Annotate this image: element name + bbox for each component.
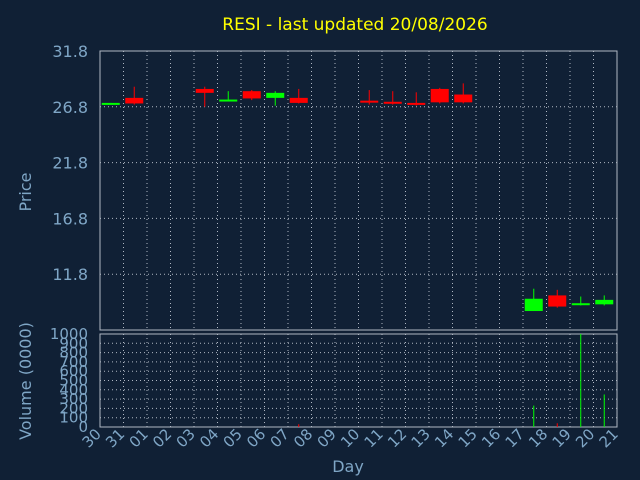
day-tick-label: 31 <box>102 425 128 451</box>
day-tick-label: 19 <box>549 425 575 451</box>
day-tick-label: 03 <box>173 425 199 451</box>
candle-body <box>430 88 449 103</box>
day-tick-label: 04 <box>196 425 222 451</box>
price-tick-label: 26.8 <box>52 98 88 117</box>
day-tick-label: 02 <box>149 425 175 451</box>
candle-body <box>454 94 473 103</box>
day-tick-label: 17 <box>502 425 528 451</box>
candlestick-chart: RESI - last updated 20/08/2026 11.8 16.8 2… <box>16 15 622 476</box>
candle-body <box>383 101 402 104</box>
candle-body <box>266 92 285 98</box>
day-tick-label: 05 <box>220 425 246 451</box>
day-tick-label: 14 <box>431 425 457 451</box>
candle-body <box>524 298 543 312</box>
candle-body <box>595 299 614 305</box>
price-tick-label: 21.8 <box>52 154 88 173</box>
candle-body <box>195 88 214 93</box>
x-axis: 3031010203040506070809101112131415161718… <box>79 425 622 451</box>
day-tick-label: 16 <box>478 425 504 451</box>
x-axis-label: Day <box>332 457 364 476</box>
price-tick-label: 11.8 <box>52 265 88 284</box>
candle-body <box>571 303 590 306</box>
day-tick-label: 21 <box>596 425 622 451</box>
day-tick-label: 15 <box>455 425 481 451</box>
day-tick-label: 07 <box>267 425 293 451</box>
price-tick-label: 31.8 <box>52 42 88 61</box>
day-tick-label: 13 <box>408 425 434 451</box>
day-tick-label: 09 <box>314 425 340 451</box>
candle-body <box>219 99 238 102</box>
price-tick-label: 16.8 <box>52 209 88 228</box>
volume-axis-label: Volume (0000) <box>16 322 35 440</box>
volume-panel: 01002003004005006007008009001000 <box>50 325 618 436</box>
price-panel: 11.8 16.8 21.8 26.8 31.8 <box>52 42 618 331</box>
day-tick-label: 20 <box>572 425 598 451</box>
day-tick-label: 11 <box>361 425 387 451</box>
chart-title: RESI - last updated 20/08/2026 <box>222 15 487 35</box>
candle-body <box>360 100 379 103</box>
price-plot-frame <box>99 50 618 331</box>
price-axis-label: Price <box>16 172 35 211</box>
day-tick-label: 12 <box>384 425 410 451</box>
day-tick-label: 10 <box>337 425 363 451</box>
candle-body <box>548 295 567 307</box>
candle-body <box>101 102 120 105</box>
candle-body <box>407 102 426 105</box>
day-tick-label: 08 <box>290 425 316 451</box>
volume-plot-frame <box>99 333 618 428</box>
volume-tick-label: 1000 <box>50 325 88 343</box>
day-tick-label: 06 <box>243 425 269 451</box>
candle-body <box>242 91 261 99</box>
day-tick-label: 01 <box>126 425 152 451</box>
candle-body <box>289 97 308 103</box>
day-tick-label: 18 <box>525 425 551 451</box>
candle-body <box>125 97 144 104</box>
